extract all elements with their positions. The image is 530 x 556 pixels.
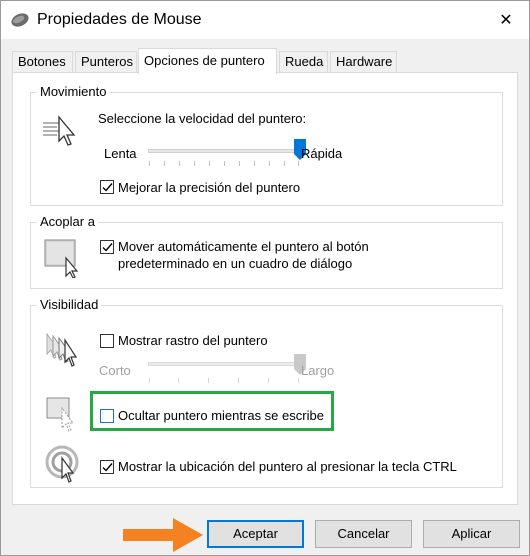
ctrl-location-checkbox[interactable]: [100, 460, 114, 474]
accept-button[interactable]: Aceptar: [207, 520, 304, 548]
speed-slow-label: Lenta: [104, 146, 137, 161]
cancel-button[interactable]: Cancelar: [315, 520, 412, 548]
group-acoplar: Acoplar a Mover automáticamente el punte…: [30, 214, 503, 289]
tab-panel: Movimiento Seleccione la velocidad del p…: [12, 72, 518, 505]
snap-label-line1[interactable]: Mover automáticamente el puntero al botó…: [118, 239, 369, 255]
tab-punteros[interactable]: Punteros: [75, 51, 137, 73]
close-icon: ✕: [499, 12, 513, 29]
checkmark-icon: [102, 243, 113, 252]
precision-label[interactable]: Mejorar la precisión del puntero: [118, 180, 300, 196]
trail-long-label: Largo: [301, 363, 335, 378]
trail-checkbox[interactable]: [100, 334, 114, 348]
tab-hardware[interactable]: Hardware: [330, 51, 397, 73]
close-button[interactable]: ✕: [483, 1, 529, 39]
speed-fast-label: Rápida: [301, 146, 343, 161]
checkmark-icon: [102, 463, 113, 472]
trail-label[interactable]: Mostrar rastro del puntero: [118, 333, 268, 349]
arrow-right-icon: [123, 518, 203, 552]
apply-button[interactable]: Aplicar: [423, 520, 520, 548]
tab-botones[interactable]: Botones: [12, 51, 73, 73]
trail-short-label: Corto: [99, 363, 131, 378]
snap-to-icon: [44, 239, 79, 278]
ctrl-location-label[interactable]: Mostrar la ubicación del puntero al pres…: [118, 459, 457, 475]
trail-slider-track[interactable]: [148, 362, 300, 366]
speed-prompt: Seleccione la velocidad del puntero:: [98, 111, 307, 126]
tab-rueda[interactable]: Rueda: [279, 51, 328, 73]
title-bar: Propiedades de Mouse ✕: [1, 1, 529, 39]
hide-pointer-icon: [46, 397, 74, 432]
snap-label-line2[interactable]: predeterminado en un cuadro de diálogo: [118, 256, 352, 272]
mouse-properties-window: Propiedades de Mouse ✕ Botones Punteros …: [0, 0, 530, 556]
speed-slider-ticks: [148, 161, 300, 167]
group-title-visibilidad: Visibilidad: [37, 297, 102, 313]
snap-checkbox[interactable]: [100, 240, 114, 254]
group-title-movimiento: Movimiento: [37, 84, 110, 100]
precision-checkbox[interactable]: [100, 180, 114, 194]
tab-opciones-de-puntero[interactable]: Opciones de puntero: [138, 48, 277, 74]
trail-slider-ticks: [148, 378, 300, 384]
group-title-acoplar: Acoplar a: [37, 214, 98, 230]
speed-slider-track[interactable]: [148, 149, 300, 153]
group-movimiento: Movimiento Seleccione la velocidad del p…: [30, 84, 503, 206]
window-title: Propiedades de Mouse: [37, 11, 202, 28]
pointer-trails-icon: [46, 332, 78, 367]
checkmark-icon: [102, 183, 113, 192]
mouse-icon: [11, 13, 29, 27]
highlight-box: [90, 391, 334, 431]
pointer-speed-icon: [43, 115, 76, 146]
show-location-icon: [45, 445, 79, 483]
